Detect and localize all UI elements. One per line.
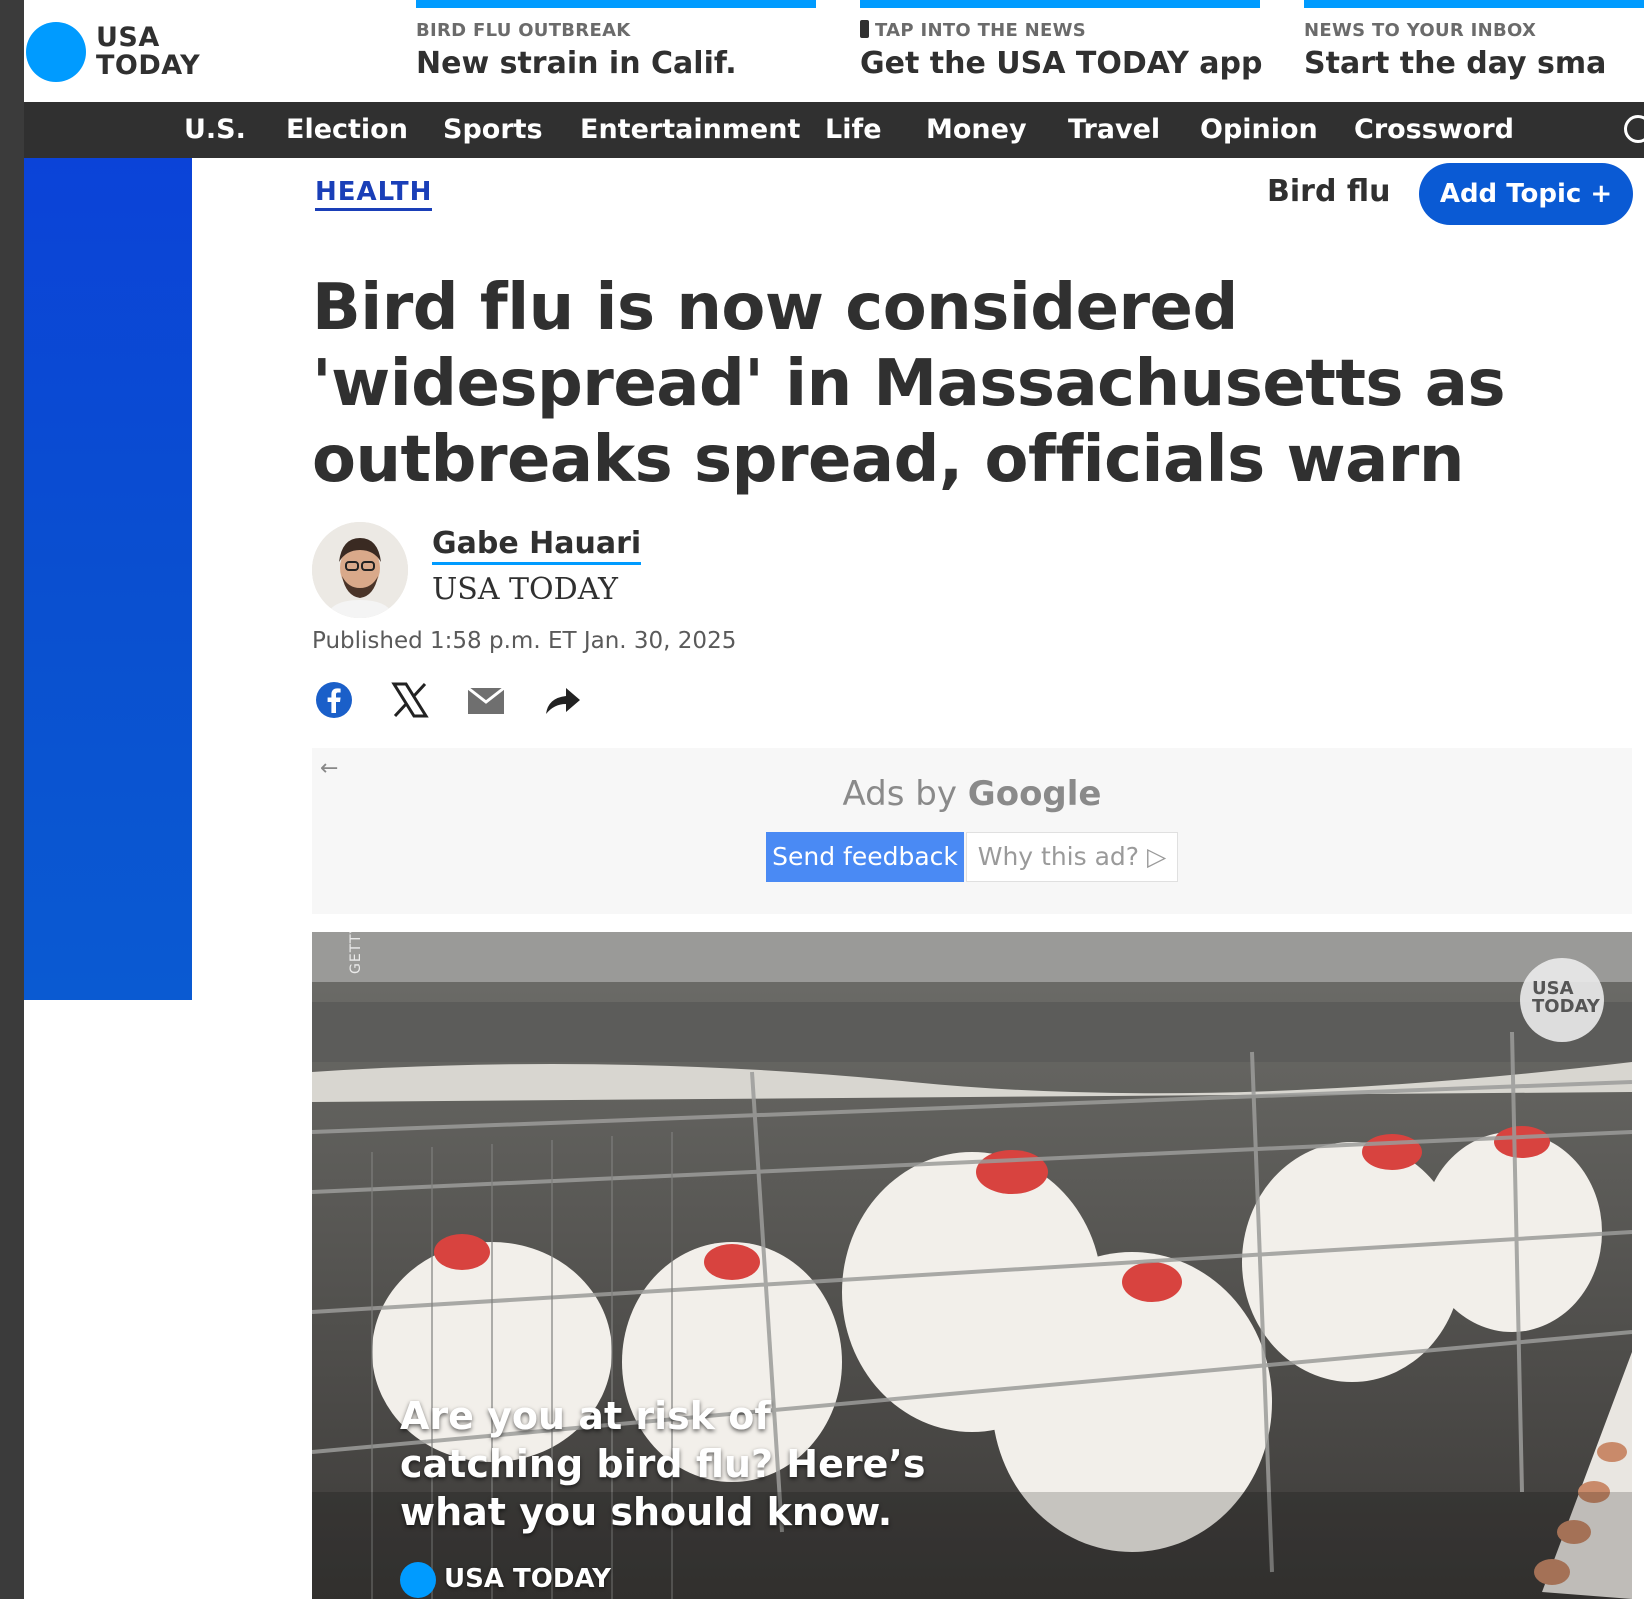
side-ad-panel <box>24 158 192 1000</box>
main-nav: U.S. Election Sports Entertainment Life … <box>24 102 1644 158</box>
promo-headline: Get the USA TODAY app <box>860 46 1263 81</box>
google-ad-slot: ← Ads by Google Send feedback Why this a… <box>312 748 1632 914</box>
facebook-glyph <box>316 682 352 718</box>
video-caption-line-3: what you should know. <box>400 1490 893 1534</box>
nav-item-entertainment[interactable]: Entertainment <box>580 102 800 158</box>
nav-item-opinion[interactable]: Opinion <box>1200 102 1318 158</box>
nav-item-us[interactable]: U.S. <box>184 102 246 158</box>
nav-item-crossword[interactable]: Crossword <box>1354 102 1514 158</box>
watermark-text: USA TODAY <box>1532 980 1600 1016</box>
nav-item-money[interactable]: Money <box>926 102 1027 158</box>
ads-by-google: Ads by Google <box>312 774 1632 814</box>
nav-item-life[interactable]: Life <box>825 102 882 158</box>
nav-item-travel[interactable]: Travel <box>1068 102 1160 158</box>
promo-headline: New strain in Calif. <box>416 46 737 81</box>
usa-today-watermark: USA TODAY <box>1520 958 1604 1042</box>
promo-bar <box>860 0 1260 8</box>
article-headline: Bird flu is now considered 'widespread' … <box>312 271 1506 497</box>
promo-bar <box>1304 0 1644 8</box>
author-photo <box>312 522 408 618</box>
top-bar: USA TODAY BIRD FLU OUTBREAK New strain i… <box>24 0 1644 102</box>
promo-headline: Start the day sma <box>1304 46 1607 81</box>
nav-item-sports[interactable]: Sports <box>443 102 543 158</box>
watermark-line-2: TODAY <box>1532 996 1600 1017</box>
x-glyph <box>391 682 429 718</box>
usa-today-logo[interactable] <box>26 22 86 82</box>
facebook-icon[interactable] <box>314 680 358 724</box>
email-icon[interactable] <box>466 680 510 724</box>
author-org: USA TODAY <box>432 572 618 607</box>
nav-item-election[interactable]: Election <box>286 102 408 158</box>
video-brand-text: USA TODAY <box>444 1564 611 1594</box>
promo-app[interactable]: TAP INTO THE NEWS Get the USA TODAY app <box>860 0 1263 102</box>
published-timestamp: Published 1:58 p.m. ET Jan. 30, 2025 <box>312 628 737 654</box>
image-credit: GETTY <box>348 932 364 974</box>
logo-line-1: USA <box>96 22 160 53</box>
author-name-link[interactable]: Gabe Hauari <box>432 526 642 565</box>
promo-kicker-text: TAP INTO THE NEWS <box>875 20 1087 41</box>
promo-newsletter[interactable]: NEWS TO YOUR INBOX Start the day sma <box>1304 0 1644 102</box>
topic-name: Bird flu <box>1267 174 1391 209</box>
page: USA TODAY BIRD FLU OUTBREAK New strain i… <box>24 0 1644 1599</box>
share-arrow-icon[interactable] <box>542 680 586 724</box>
search-icon[interactable] <box>1624 115 1644 143</box>
brand-dot-icon <box>400 1562 436 1598</box>
promo-kicker: BIRD FLU OUTBREAK <box>416 20 631 41</box>
add-topic-button[interactable]: Add Topic + <box>1419 163 1633 225</box>
video-caption-line-2: catching bird flu? Here’s <box>400 1442 926 1486</box>
logo-text[interactable]: USA TODAY <box>96 24 200 80</box>
promo-kicker: TAP INTO THE NEWS <box>860 20 1086 41</box>
phone-icon <box>860 20 869 38</box>
ads-by-prefix: Ads by <box>842 774 968 814</box>
video-caption: Are you at risk of catching bird flu? He… <box>400 1392 925 1536</box>
video-caption-line-1: Are you at risk of <box>400 1394 771 1438</box>
author-avatar[interactable] <box>312 522 408 618</box>
why-this-ad-button[interactable]: Why this ad? ▷ <box>966 832 1178 882</box>
promo-bird-flu[interactable]: BIRD FLU OUTBREAK New strain in Calif. <box>416 0 816 102</box>
google-wordmark: Google <box>967 774 1102 814</box>
promo-kicker: NEWS TO YOUR INBOX <box>1304 20 1537 41</box>
section-link-health[interactable]: HEALTH <box>315 176 433 211</box>
email-glyph <box>467 686 505 714</box>
promo-bar <box>416 0 816 8</box>
share-arrow-glyph <box>546 688 580 714</box>
x-icon[interactable] <box>390 680 434 724</box>
logo-line-2: TODAY <box>96 50 201 81</box>
video-player[interactable]: GETTY USA TODAY Are you at risk of catch… <box>312 932 1632 1599</box>
send-feedback-button[interactable]: Send feedback <box>766 832 964 882</box>
